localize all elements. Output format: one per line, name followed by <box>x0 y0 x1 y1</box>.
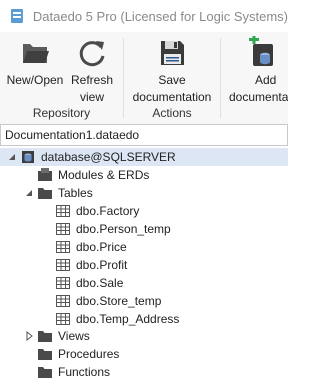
tree-node-table[interactable]: dbo.Factory <box>56 202 139 220</box>
save-disk-icon <box>161 41 184 65</box>
expanded-arrow-icon[interactable] <box>24 188 34 198</box>
refresh-view-button[interactable]: Refresh view <box>66 36 118 104</box>
refresh-icon <box>79 41 105 67</box>
tree-node-table[interactable]: dbo.Price <box>56 238 127 256</box>
tree-node-table[interactable]: dbo.Sale <box>56 274 123 292</box>
table-icon <box>56 259 70 271</box>
folder-open-icon <box>23 44 49 63</box>
folder-icon <box>38 188 52 199</box>
ribbon-group-add: Add documentation <box>221 32 288 124</box>
table-icon <box>56 313 70 325</box>
documentation-name: Documentation1.dataedo <box>5 128 140 142</box>
folder-icon <box>38 349 52 360</box>
collapsed-arrow-icon[interactable] <box>24 331 34 341</box>
database-icon <box>22 151 34 163</box>
folder-icon <box>38 331 52 342</box>
title-bar: Dataedo 5 Pro (Licensed for Logic System… <box>0 0 288 32</box>
tree-node-table[interactable]: dbo.Temp_Address <box>56 310 179 328</box>
folder-icon <box>38 367 52 378</box>
add-database-icon <box>249 36 273 66</box>
save-documentation-button[interactable]: Save documentation <box>130 36 214 104</box>
window-title: Dataedo 5 Pro (Licensed for Logic System… <box>32 8 288 24</box>
tree-node-table[interactable]: dbo.Profit <box>56 256 127 274</box>
tree-node-procedures[interactable]: Procedures <box>38 345 119 363</box>
modules-icon <box>38 168 52 181</box>
ribbon-group-actions: Save documentation Actions <box>124 32 220 124</box>
documentation-selector[interactable]: Documentation1.dataedo <box>0 124 288 146</box>
group-label-repository: Repository <box>32 106 91 120</box>
table-icon <box>56 205 70 217</box>
table-icon <box>56 295 70 307</box>
group-label-actions: Actions <box>152 106 192 120</box>
add-documentation-button[interactable]: Add documentation <box>227 36 288 104</box>
tree-node-tables[interactable]: Tables <box>24 184 93 202</box>
expanded-arrow-icon[interactable] <box>7 152 17 162</box>
tree-node-table[interactable]: dbo.Person_temp <box>56 220 171 238</box>
table-icon <box>56 277 70 289</box>
tree-node-functions[interactable]: Functions <box>38 363 110 381</box>
tree-node-table[interactable]: dbo.Store_temp <box>56 292 161 310</box>
tree-node-views[interactable]: Views <box>24 327 90 345</box>
table-icon <box>56 241 70 253</box>
table-icon <box>56 223 70 235</box>
new-open-button[interactable]: New/Open <box>6 36 64 91</box>
tree-node-database[interactable]: database@SQLSERVER <box>0 148 288 166</box>
tree-node-modules[interactable]: Modules & ERDs <box>38 166 149 184</box>
ribbon-group-repository: New/Open Refresh view Repository <box>0 32 123 124</box>
dataedo-logo-icon <box>10 9 23 23</box>
ribbon: New/Open Refresh view Repository Save do… <box>0 32 288 125</box>
